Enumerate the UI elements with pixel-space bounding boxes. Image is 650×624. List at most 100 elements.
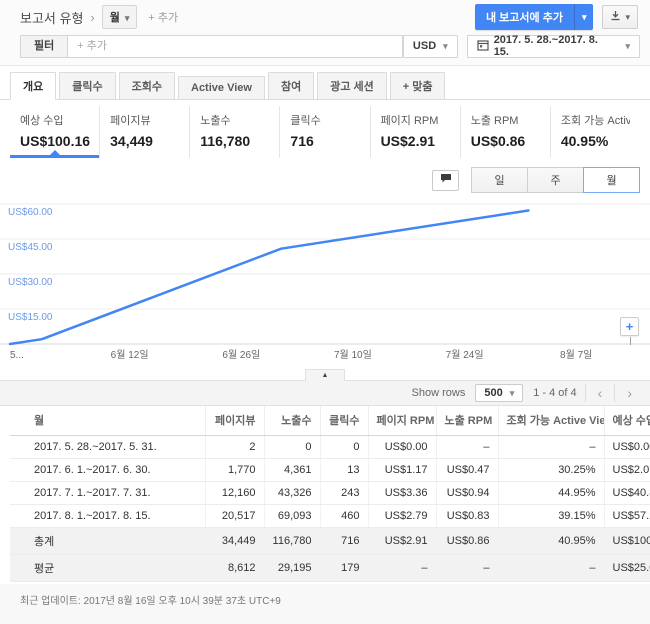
x-axis-label: 7월 10일 (334, 349, 372, 361)
last-updated-text: 최근 업데이트: 2017년 8월 16일 오후 10시 39분 37초 UTC… (20, 596, 281, 607)
metric-label: 예상 수입 (20, 115, 64, 127)
column-header[interactable]: 월 (10, 406, 206, 436)
tab-5[interactable]: 광고 세션 (317, 72, 387, 100)
caret-down-icon: ▾ (509, 388, 515, 398)
table-header-row: 월 페이지뷰 노출수 클릭수 페이지 RPM 노출 RPM 조회 가능 Active Vie… (10, 406, 650, 436)
report-type-dropdown[interactable]: 월 ▾ (101, 5, 138, 29)
granularity-month-button[interactable]: 월 (583, 167, 640, 193)
next-page-button[interactable]: › (614, 384, 644, 402)
metric-label: 조회 가능 Active Vi... (560, 115, 630, 127)
metric-label: 페이지 RPM (380, 115, 439, 127)
table-cell: 총계 (10, 527, 206, 555)
show-rows-dropdown[interactable]: 500 ▾ (475, 384, 524, 402)
table-cell: – (368, 554, 437, 582)
earnings-chart: US$15.00 US$30.00 US$45.00 US$60.00 5... 6월 1… (0, 198, 650, 367)
table-toolbar: Show rows 500 ▾ 1 - 4 of 4 ‹ › (0, 380, 650, 406)
earnings-line (8, 209, 530, 346)
download-icon (610, 10, 621, 24)
metric-card-5[interactable]: 노출 RPM US$0.86 (461, 106, 551, 158)
download-button[interactable]: ▾ (602, 5, 638, 29)
metric-card-3[interactable]: 클릭수 716 (280, 106, 371, 158)
metric-card-0[interactable]: 예상 수입 US$100.16 (10, 106, 101, 158)
metric-card-1[interactable]: 페이지뷰 34,449 (100, 106, 191, 158)
chart-collapse-button[interactable]: ▲ (305, 369, 345, 381)
table-cell: 8,612 (205, 554, 265, 582)
granularity-day-button[interactable]: 일 (471, 167, 528, 193)
tab-0[interactable]: 개요 (10, 72, 57, 100)
tab-1[interactable]: 클릭수 (59, 72, 116, 100)
table-cell: US$57.22 (604, 504, 650, 528)
metric-label: 노출수 (200, 115, 231, 127)
table-cell: US$2.07 (604, 458, 650, 482)
column-header[interactable]: 클릭수 (320, 406, 369, 436)
report-tabs: 개요 클릭수 조회수 Active View 참여 광고 세션 + 맞춤 (0, 71, 650, 100)
breadcrumb: 보고서 유형 (20, 10, 84, 26)
add-to-my-reports-caret[interactable]: ▾ (573, 4, 594, 30)
metric-value: 34,449 (110, 133, 153, 149)
filter-label: 필터 (21, 35, 69, 57)
metric-value: 40.95% (560, 133, 609, 149)
currency-value: USD (412, 40, 437, 52)
column-header[interactable]: 페이지 RPM (368, 406, 437, 436)
table-cell: 2017. 5. 28.~2017. 5. 31. (10, 435, 206, 459)
annotations-button[interactable] (432, 169, 459, 191)
chart-zoom-button[interactable]: + (620, 317, 639, 345)
column-header[interactable]: 노출 RPM (436, 406, 499, 436)
metric-card-4[interactable]: 페이지 RPM US$2.91 (371, 106, 461, 158)
table-cell: – (498, 554, 605, 582)
chevron-right-icon: › (90, 9, 95, 25)
currency-dropdown[interactable]: USD ▾ (402, 34, 458, 58)
metric-card-6[interactable]: 조회 가능 Active Vi... 40.95% (551, 106, 640, 158)
tab-4[interactable]: 참여 (267, 72, 315, 100)
show-rows-value: 500 (484, 387, 503, 399)
y-axis-label: US$30.00 (8, 277, 53, 288)
column-header[interactable]: 페이지뷰 (205, 406, 265, 436)
table-total-row: 평균8,61229,195179–––US$25.04 (10, 554, 650, 582)
prev-page-button[interactable]: ‹ (584, 384, 615, 402)
tab-2[interactable]: 조회수 (118, 72, 175, 100)
column-header[interactable]: 노출수 (264, 406, 321, 436)
table-total-row: 총계 34,449 116,780 716 US$2.91 US$0.86 40.95% US… (10, 527, 650, 555)
report-table: 월 페이지뷰 노출수 클릭수 페이지 RPM 노출 RPM 조회 가능 Active Vie… (10, 406, 650, 582)
table-row: 2017. 7. 1.~2017. 7. 31. 12,160 43,326 243 U… (10, 481, 650, 505)
metric-cards: 예상 수입 US$100.16 페이지뷰 34,449 노출수 116,780 클릭수 716… (0, 106, 650, 158)
tab-3[interactable]: Active View (178, 76, 265, 100)
x-axis-label: 5... (10, 350, 24, 361)
y-axis-label: US$45.00 (8, 242, 53, 253)
table-cell: 20,517 (205, 504, 265, 528)
table-row: 2017. 6. 1.~2017. 6. 30. 1,770 4,361 13 US$1… (10, 458, 650, 482)
date-range-picker[interactable]: 2017. 5. 28.~2017. 8. 15. ▾ (466, 34, 640, 58)
table-cell: 179 (320, 554, 369, 582)
table-cell: US$1.17 (368, 458, 437, 482)
table-cell: US$100.16 (604, 527, 650, 555)
earnings-chart-svg: US$15.00 US$30.00 US$45.00 US$60.00 5... 6월 1… (0, 203, 650, 361)
metric-label: 페이지뷰 (110, 115, 151, 127)
column-header[interactable]: 조회 가능 Active View (498, 406, 605, 436)
y-axis-label: US$15.00 (8, 312, 53, 323)
tab-6[interactable]: + 맞춤 (389, 72, 446, 100)
table-cell: 12,160 (205, 481, 265, 505)
comment-icon (440, 173, 452, 187)
granularity-week-button[interactable]: 주 (527, 167, 584, 193)
table-cell: US$2.91 (368, 527, 437, 555)
table-cell: 243 (320, 481, 369, 505)
table-cell: US$0.00 (604, 435, 650, 459)
table-cell: 30.25% (498, 458, 605, 482)
table-cell: US$40.86 (604, 481, 650, 505)
metric-card-2[interactable]: 노출수 116,780 (190, 106, 281, 158)
metric-value: US$2.91 (380, 133, 436, 149)
filter-input[interactable] (68, 35, 402, 57)
column-header[interactable]: 예상 수입 (604, 406, 650, 436)
filter-box: 필터 (20, 34, 403, 58)
filter-row: 필터 USD ▾ 2017. 5. 28.~2017. 8. 15. ▾ (10, 34, 640, 58)
table-cell: 29,195 (264, 554, 321, 582)
add-to-my-reports-button[interactable]: 내 보고서에 추가 ▾ (474, 4, 594, 30)
pagination-range: 1 - 4 of 4 (533, 387, 577, 399)
report-type-value: 월 (109, 12, 120, 24)
metric-value: 716 (290, 133, 314, 149)
caret-down-icon: ▾ (625, 11, 630, 22)
table-cell: 2017. 7. 1.~2017. 7. 31. (10, 481, 206, 505)
table-cell: 13 (320, 458, 369, 482)
metric-value: US$0.86 (470, 133, 526, 149)
add-dimension-button[interactable]: + 추가 (148, 9, 178, 25)
